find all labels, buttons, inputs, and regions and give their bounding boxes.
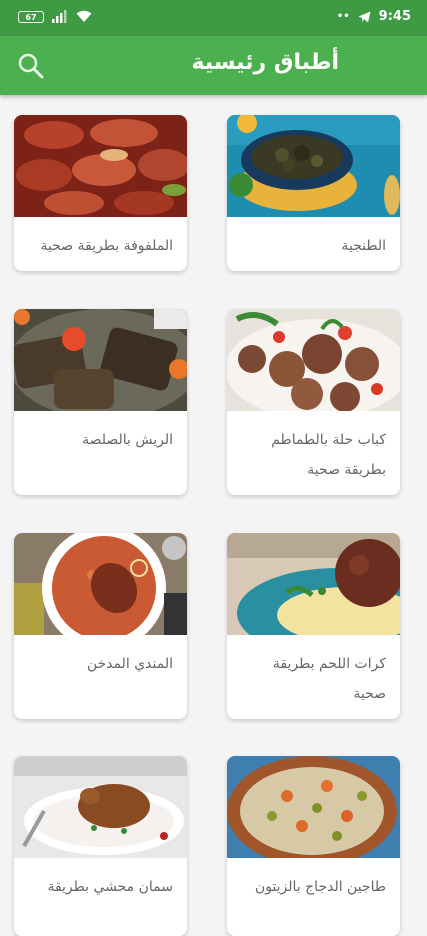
notification-dots: •• (336, 11, 350, 22)
recipe-card[interactable]: المندي المدخن (14, 533, 187, 719)
clock: 9:45 (378, 9, 411, 24)
recipe-title: الريش بالصلصة (82, 432, 173, 448)
recipe-grid: الطنجية الملفوفة بطريقة صحية كباب حلة با… (0, 95, 427, 936)
recipe-card[interactable]: كباب حلة بالطماطم بطريقة صحية (227, 309, 400, 495)
recipe-image (14, 115, 187, 217)
recipe-image (227, 309, 400, 411)
recipe-title: كباب حلة بالطماطم بطريقة صحية (271, 432, 386, 478)
telegram-icon (358, 11, 371, 22)
signal-icon (52, 10, 67, 23)
recipe-card[interactable]: سمان محشي بطريقة (14, 756, 187, 936)
battery-level: 67 (25, 12, 37, 22)
recipe-image (14, 756, 187, 858)
recipe-title: سمان محشي بطريقة (47, 879, 173, 895)
recipe-card[interactable]: طاجين الدجاج بالزيتون (227, 756, 400, 936)
search-icon[interactable] (17, 52, 45, 80)
recipe-title: المندي المدخن (86, 656, 173, 672)
recipe-image (227, 115, 400, 217)
battery-icon: 67 (18, 10, 44, 23)
recipe-title: طاجين الدجاج بالزيتون (254, 879, 386, 895)
recipe-image (227, 533, 400, 635)
recipe-card[interactable]: كرات اللحم بطريقة صحية (227, 533, 400, 719)
recipe-title: كرات اللحم بطريقة صحية (272, 656, 386, 702)
recipe-card[interactable]: الطنجية (227, 115, 400, 271)
recipe-card[interactable]: الملفوفة بطريقة صحية (14, 115, 187, 271)
status-bar: 67 •• 9:45 (0, 0, 427, 36)
page-title: أطباق رئيسية (191, 50, 339, 75)
wifi-icon (76, 10, 92, 22)
recipe-card[interactable]: الريش بالصلصة (14, 309, 187, 495)
recipe-image (227, 756, 400, 858)
recipe-image (14, 309, 187, 411)
recipe-title: الملفوفة بطريقة صحية (40, 238, 173, 254)
app-bar: أطباق رئيسية (0, 36, 427, 95)
recipe-image (14, 533, 187, 635)
recipe-title: الطنجية (341, 238, 386, 254)
